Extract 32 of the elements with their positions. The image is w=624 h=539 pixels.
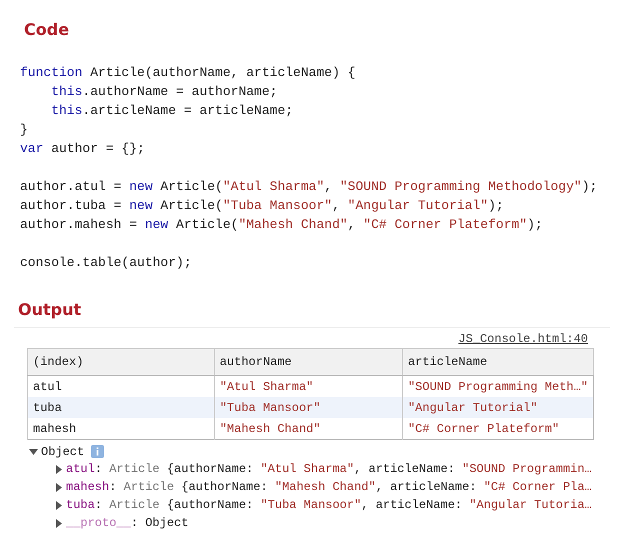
column-header: articleName (402, 348, 594, 376)
code-line: this.authorName = authorName; (50, 83, 278, 101)
code-line: console.table(author); (20, 254, 192, 272)
section-heading: Output (18, 300, 82, 319)
table-cell: "Angular Tutorial" (402, 397, 594, 418)
code-line: this.articleName = articleName; (50, 102, 294, 120)
expand-triangle-icon[interactable] (54, 518, 63, 528)
source-link[interactable]: JS_Console.html:40 (458, 332, 588, 346)
table-cell: "C# Corner Plateform" (402, 418, 594, 440)
column-header: (index) (28, 348, 214, 376)
info-icon (91, 445, 104, 458)
code-line: var author = {}; (20, 140, 145, 158)
object-label[interactable]: Object (41, 444, 84, 458)
object-property[interactable]: atul: Article {authorName: "Atul Sharma", articleName: "SOUND Programmin… (66, 462, 592, 476)
section-heading: Code (24, 20, 70, 39)
code-line: author.mahesh = new Article("Mahesh Chand", "C# Corner Plateform"); (20, 216, 543, 234)
expand-triangle-icon[interactable] (29, 447, 38, 456)
code-line: } (20, 121, 28, 139)
code-line: function Article(authorName, articleName) { (20, 64, 356, 82)
table-cell: "Tuba Mansoor" (214, 397, 402, 418)
object-property[interactable]: __proto__: Object (66, 516, 188, 530)
object-property[interactable]: tuba: Article {authorName: "Tuba Mansoor", articleName: "Angular Tutoria… (66, 498, 592, 512)
column-header: authorName (214, 348, 402, 376)
table-cell: mahesh (28, 418, 214, 440)
code-line: author.atul = new Article("Atul Sharma", "SOUND Programming Methodology"); (20, 178, 598, 196)
object-property[interactable]: mahesh: Article {authorName: "Mahesh Chand", articleName: "C# Corner Pla… (66, 480, 592, 494)
code-line: author.tuba = new Article("Tuba Mansoor", "Angular Tutorial"); (20, 197, 504, 215)
table-cell: tuba (28, 397, 214, 418)
expand-triangle-icon[interactable] (54, 464, 63, 474)
expand-triangle-icon[interactable] (54, 500, 63, 510)
expand-triangle-icon[interactable] (54, 482, 63, 492)
table-cell: "Mahesh Chand" (214, 418, 402, 440)
